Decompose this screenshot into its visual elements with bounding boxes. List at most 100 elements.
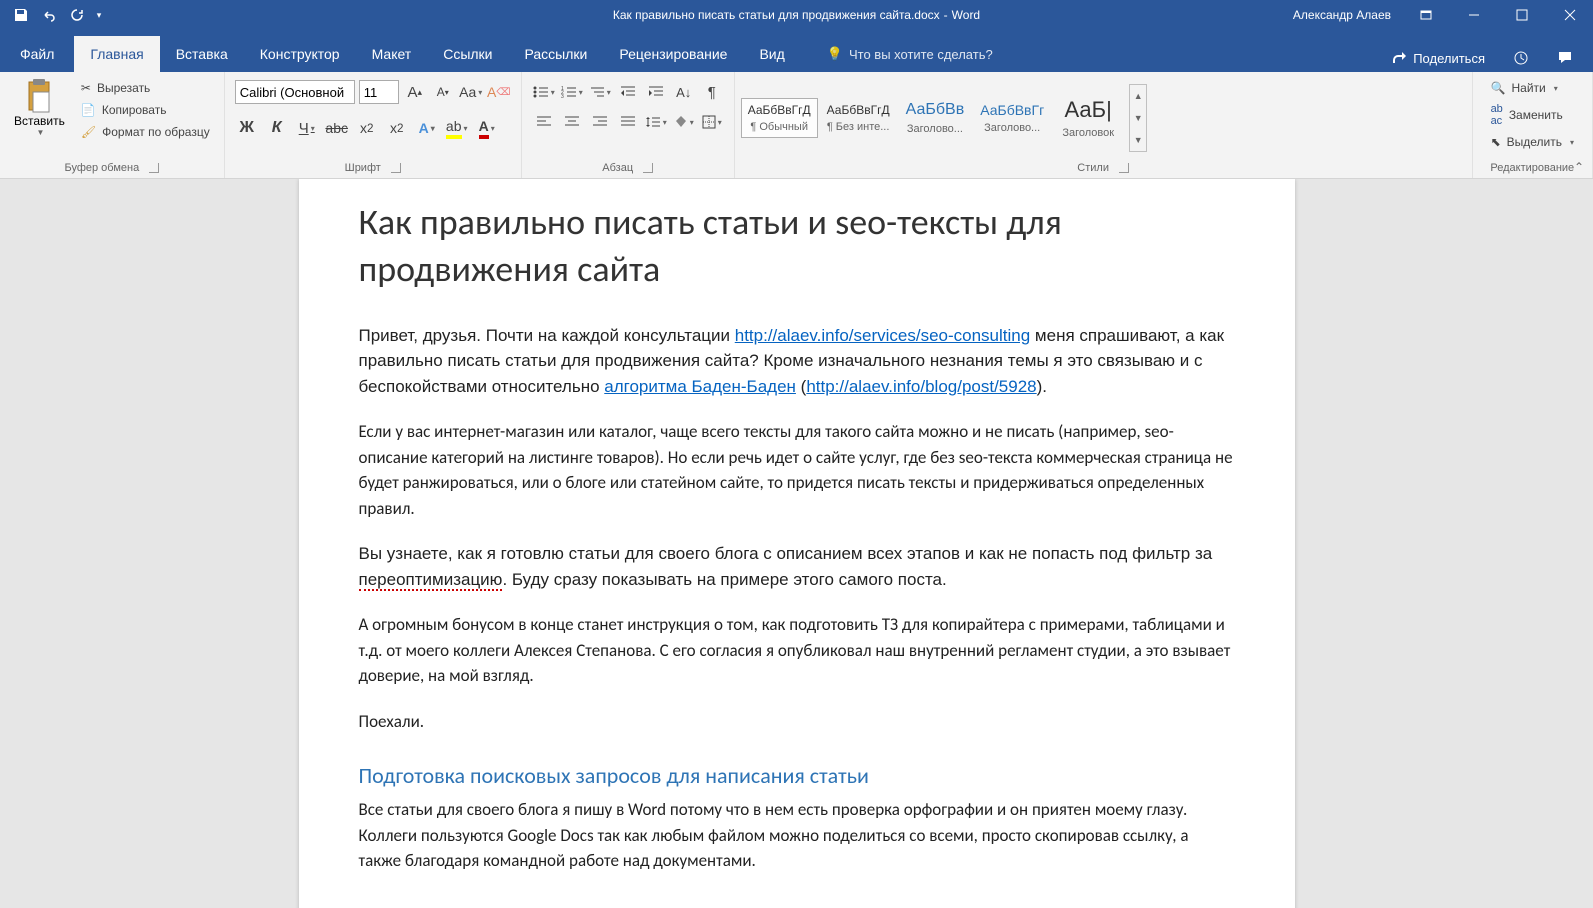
window-title: Как правильно писать статьи для продвиже… <box>613 8 980 22</box>
line-spacing-icon[interactable]: ▾ <box>644 110 668 134</box>
tab-file[interactable]: Файл <box>0 36 74 72</box>
tab-layout[interactable]: Макет <box>356 36 428 72</box>
style-title[interactable]: АаБ|Заголовок <box>1053 92 1123 144</box>
doc-paragraph[interactable]: Все статьи для своего блога я пишу в Wor… <box>359 797 1235 874</box>
ribbon-tabs: Файл Главная Вставка Конструктор Макет С… <box>0 30 1593 72</box>
user-name[interactable]: Александр Алаев <box>1283 8 1401 22</box>
numbering-icon[interactable]: 123▾ <box>560 80 584 104</box>
tab-review[interactable]: Рецензирование <box>603 36 743 72</box>
shrink-font-icon[interactable]: A▾ <box>431 80 455 104</box>
redo-icon[interactable] <box>64 2 90 28</box>
tab-design[interactable]: Конструктор <box>244 36 356 72</box>
minimize-icon[interactable] <box>1451 0 1497 30</box>
document-filename: Как правильно писать статьи для продвиже… <box>613 8 940 22</box>
save-icon[interactable] <box>8 2 34 28</box>
doc-link[interactable]: http://alaev.info/blog/post/5928 <box>806 377 1036 396</box>
qat-customize-icon[interactable]: ▾ <box>92 2 106 28</box>
document-area[interactable]: Как правильно писать статьи и seo-тексты… <box>0 179 1593 908</box>
tab-mailings[interactable]: Рассылки <box>509 36 604 72</box>
font-name-combo[interactable] <box>235 80 355 104</box>
style-heading2[interactable]: АаБбВвГгЗаголово... <box>973 97 1051 139</box>
spelling-error[interactable]: переоптимизацию <box>359 570 503 591</box>
app-name: Word <box>952 8 980 22</box>
clipboard-dialog-launcher[interactable] <box>149 163 159 173</box>
doc-link[interactable]: алгоритма Баден-Баден <box>604 377 796 396</box>
doc-link[interactable]: http://alaev.info/services/seo-consultin… <box>735 326 1030 345</box>
styles-dialog-launcher[interactable] <box>1119 163 1129 173</box>
find-button[interactable]: 🔍Найти▾ <box>1487 78 1578 98</box>
paragraph-dialog-launcher[interactable] <box>643 163 653 173</box>
justify-icon[interactable] <box>616 110 640 134</box>
replace-button[interactable]: abacЗаменить <box>1487 100 1578 130</box>
replace-icon: abac <box>1491 103 1503 127</box>
paste-button[interactable]: Вставить ▼ <box>6 76 73 160</box>
italic-button[interactable]: К <box>265 116 289 140</box>
cut-button[interactable]: ✂Вырезать <box>77 78 214 98</box>
font-dialog-launcher[interactable] <box>391 163 401 173</box>
search-icon: 🔍 <box>1491 81 1506 95</box>
align-left-icon[interactable] <box>532 110 556 134</box>
increase-indent-icon[interactable] <box>644 80 668 104</box>
grow-font-icon[interactable]: A▴ <box>403 80 427 104</box>
styles-scroll-up-icon[interactable]: ▲ <box>1130 85 1146 107</box>
bullets-icon[interactable]: ▾ <box>532 80 556 104</box>
collapse-ribbon-icon[interactable]: ⌃ <box>1574 160 1584 174</box>
show-marks-icon[interactable]: ¶ <box>700 80 724 104</box>
align-right-icon[interactable] <box>588 110 612 134</box>
doc-heading-1[interactable]: Как правильно писать статьи и seo-тексты… <box>359 199 1235 293</box>
decrease-indent-icon[interactable] <box>616 80 640 104</box>
group-editing: 🔍Найти▾ abacЗаменить ⬉Выделить▾ Редактир… <box>1473 72 1593 178</box>
strikethrough-button[interactable]: abc <box>325 116 349 140</box>
doc-paragraph[interactable]: Если у вас интернет-магазин или каталог,… <box>359 419 1235 521</box>
scissors-icon: ✂ <box>81 81 91 95</box>
subscript-button[interactable]: x2 <box>355 116 379 140</box>
doc-paragraph[interactable]: Поехали. <box>359 709 1235 735</box>
group-styles: АаБбВвГгД¶ Обычный АаБбВвГгД¶ Без инте..… <box>735 72 1473 178</box>
multilevel-list-icon[interactable]: ▾ <box>588 80 612 104</box>
font-color-icon[interactable]: A▾ <box>475 116 499 140</box>
styles-scroll-down-icon[interactable]: ▼ <box>1130 107 1146 129</box>
doc-paragraph[interactable]: Вы узнаете, как я готовлю статьи для сво… <box>359 541 1235 592</box>
share-icon <box>1391 50 1407 66</box>
cursor-icon: ⬉ <box>1491 135 1501 149</box>
tab-references[interactable]: Ссылки <box>427 36 508 72</box>
doc-paragraph[interactable]: А огромным бонусом в конце станет инстру… <box>359 612 1235 689</box>
ribbon-display-icon[interactable] <box>1403 0 1449 30</box>
superscript-button[interactable]: x2 <box>385 116 409 140</box>
text-effects-icon[interactable]: A▾ <box>415 116 439 140</box>
tab-insert[interactable]: Вставка <box>160 36 244 72</box>
doc-heading-2[interactable]: Подготовка поисковых запросов для написа… <box>359 762 1235 789</box>
style-heading1[interactable]: АаБбВвЗаголово... <box>899 96 972 140</box>
copy-button[interactable]: 📄Копировать <box>77 100 214 120</box>
borders-icon[interactable]: ▾ <box>700 110 724 134</box>
bold-button[interactable]: Ж <box>235 116 259 140</box>
tab-view[interactable]: Вид <box>743 36 800 72</box>
underline-button[interactable]: Ч▾ <box>295 116 319 140</box>
history-icon[interactable] <box>1503 44 1539 72</box>
change-case-icon[interactable]: Aa▾ <box>459 80 483 104</box>
shading-icon[interactable]: ▾ <box>672 110 696 134</box>
sort-icon[interactable]: A↓ <box>672 80 696 104</box>
quick-access-toolbar: ▾ <box>0 2 106 28</box>
styles-expand-icon[interactable]: ▼ <box>1130 129 1146 151</box>
maximize-icon[interactable] <box>1499 0 1545 30</box>
undo-icon[interactable] <box>36 2 62 28</box>
clear-formatting-icon[interactable]: A⌫ <box>487 80 511 104</box>
align-center-icon[interactable] <box>560 110 584 134</box>
style-normal[interactable]: АаБбВвГгД¶ Обычный <box>741 98 818 138</box>
select-button[interactable]: ⬉Выделить▾ <box>1487 132 1578 152</box>
chevron-down-icon: ▼ <box>36 128 44 137</box>
group-clipboard: Вставить ▼ ✂Вырезать 📄Копировать 🖌Формат… <box>0 72 225 178</box>
font-size-combo[interactable] <box>359 80 399 104</box>
highlight-icon[interactable]: ab▾ <box>445 116 469 140</box>
tab-home[interactable]: Главная <box>74 36 159 72</box>
format-painter-button[interactable]: 🖌Формат по образцу <box>77 122 214 142</box>
comments-icon[interactable] <box>1547 44 1583 72</box>
page[interactable]: Как правильно писать статьи и seo-тексты… <box>299 179 1295 908</box>
tell-me-search[interactable]: 💡 Что вы хотите сделать? <box>811 36 1009 72</box>
clipboard-icon <box>23 78 55 114</box>
share-button[interactable]: Поделиться <box>1381 44 1495 72</box>
doc-paragraph[interactable]: Привет, друзья. Почти на каждой консульт… <box>359 323 1235 400</box>
style-no-spacing[interactable]: АаБбВвГгД¶ Без инте... <box>820 98 897 138</box>
close-icon[interactable] <box>1547 0 1593 30</box>
